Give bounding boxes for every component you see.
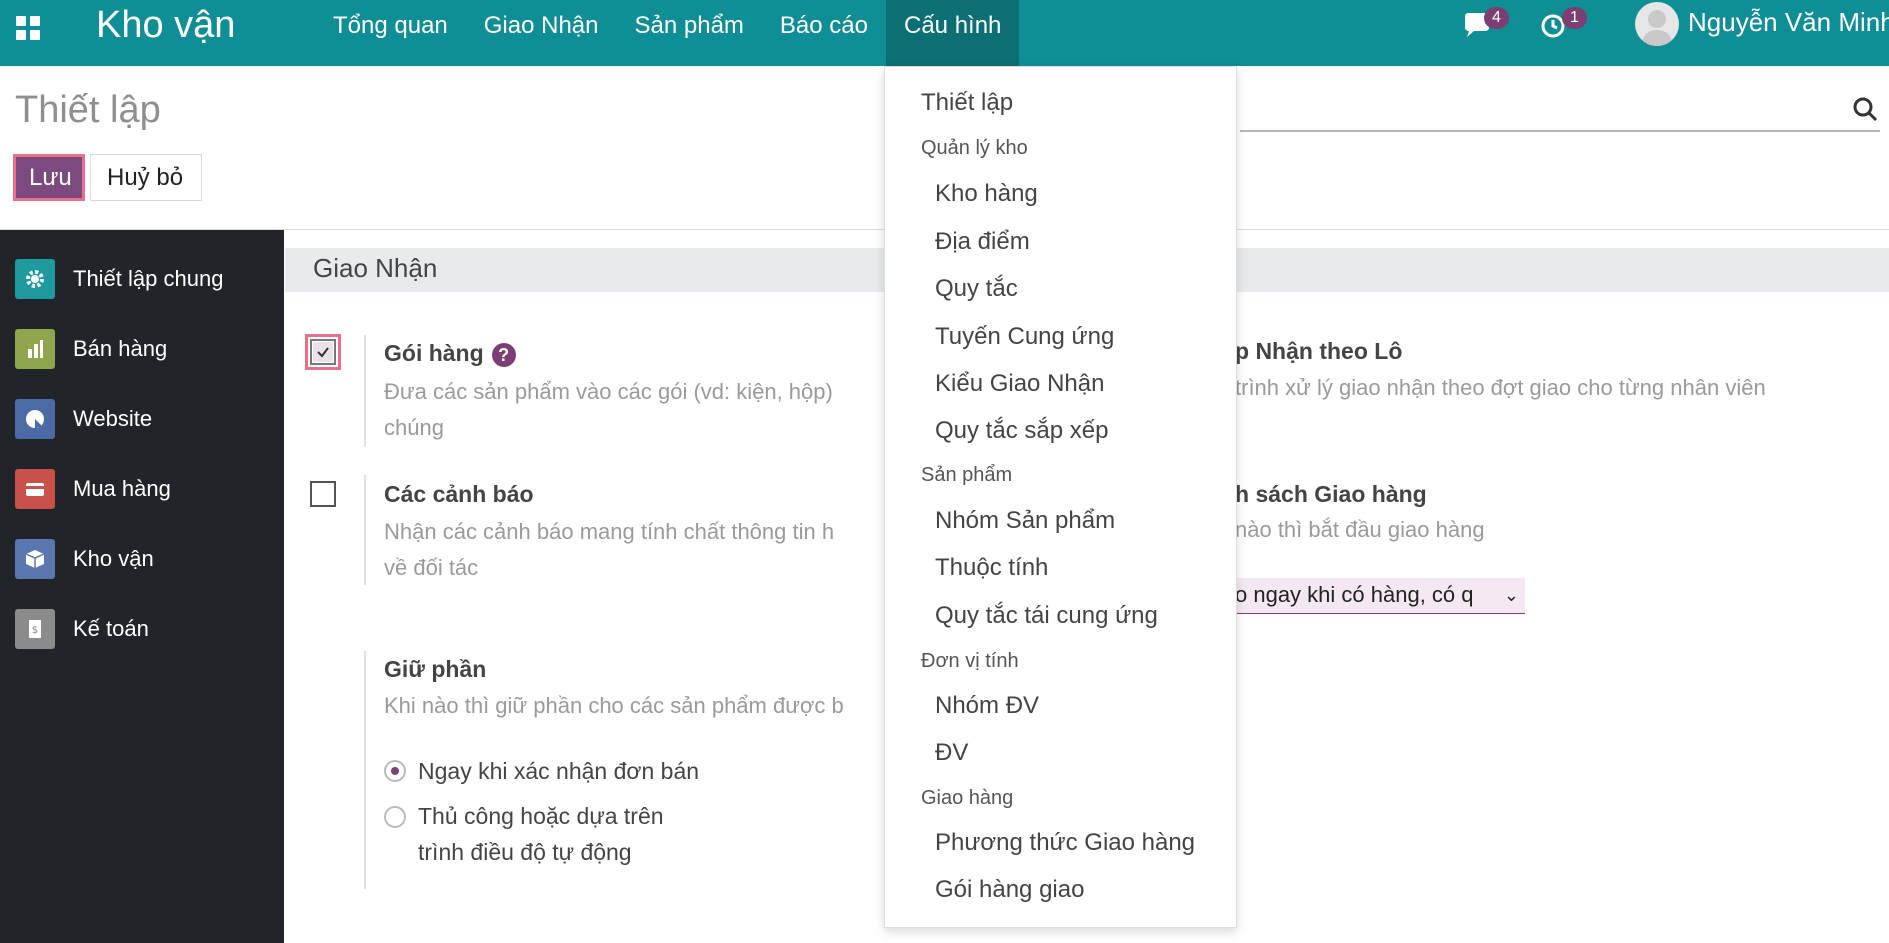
sidebar-item-general-settings[interactable]: Thiết lập chung — [0, 249, 284, 309]
dropdown-header-delivery: Giao hàng — [921, 787, 1014, 809]
dropdown-item-uom[interactable]: ĐV — [935, 739, 968, 767]
dropdown-item-settings[interactable]: Thiết lập — [921, 89, 1013, 117]
batch-transfers-description: trình xử lý giao nhận theo đợt giao cho … — [1235, 375, 1766, 400]
gear-icon — [15, 259, 55, 299]
sidebar-item-label: Website — [73, 406, 153, 431]
batch-transfers-title: p Nhận theo Lô — [1235, 338, 1403, 364]
apps-grid-icon[interactable] — [16, 16, 40, 40]
sidebar-item-purchase[interactable]: Mua hàng — [0, 459, 284, 519]
activity-count-badge: 1 — [1562, 7, 1587, 29]
user-avatar[interactable] — [1635, 2, 1679, 46]
sidebar-item-accounting[interactable]: $ Kế toán — [0, 599, 284, 659]
reservation-option2-label[interactable]: Thủ công hoặc dựa trên trình điều độ tự … — [418, 798, 664, 870]
checkmark-icon — [313, 342, 333, 362]
packages-checkbox[interactable] — [310, 339, 336, 365]
accounting-icon: $ — [15, 609, 55, 649]
sidebar-item-inventory[interactable]: Kho vận — [0, 529, 284, 589]
menu-products[interactable]: Sản phẩm — [617, 0, 762, 66]
reservation-radio-manual[interactable] — [384, 806, 406, 828]
dropdown-item-product-categories[interactable]: Nhóm Sản phẩm — [935, 507, 1115, 535]
reservation-description: Khi nào thì giữ phần cho các sản phẩm đư… — [384, 693, 844, 718]
menu-configuration[interactable]: Cấu hình — [886, 0, 1020, 66]
dropdown-item-rules[interactable]: Quy tắc — [935, 275, 1018, 303]
sidebar-item-website[interactable]: Website — [0, 389, 284, 449]
warnings-title: Các cảnh báo — [384, 481, 534, 507]
dropdown-item-putaway-rules[interactable]: Quy tắc sắp xếp — [935, 417, 1108, 445]
sidebar-item-label: Thiết lập chung — [73, 266, 224, 291]
shipping-policy-title: h sách Giao hàng — [1235, 481, 1427, 507]
cancel-button[interactable]: Huỷ bỏ — [90, 154, 202, 201]
sidebar-item-sales[interactable]: Bán hàng — [0, 319, 284, 379]
setting-divider — [364, 651, 366, 889]
user-name[interactable]: Nguyễn Văn Minh — [1688, 7, 1889, 38]
packages-description: Đưa các sản phẩm vào các gói (vd: kiện, … — [384, 374, 833, 446]
website-icon — [15, 399, 55, 439]
shipping-policy-description: nào thì bắt đầu giao hàng — [1235, 517, 1485, 542]
reservation-radio-on-confirm[interactable] — [384, 760, 406, 782]
dropdown-item-locations[interactable]: Địa điểm — [935, 228, 1030, 256]
shipping-policy-value: o ngay khi có hàng, có q — [1235, 582, 1474, 607]
menu-operations[interactable]: Giao Nhận — [466, 0, 617, 66]
warnings-description: Nhận các cảnh báo mang tính chất thông t… — [384, 514, 834, 586]
purchase-icon — [15, 469, 55, 509]
setting-divider — [364, 335, 366, 447]
dropdown-item-shipping-methods[interactable]: Phương thức Giao hàng — [935, 829, 1195, 857]
dropdown-item-uom-categories[interactable]: Nhóm ĐV — [935, 692, 1039, 720]
menu-reporting[interactable]: Báo cáo — [762, 0, 886, 66]
sidebar-item-label: Kho vận — [73, 546, 154, 571]
help-icon[interactable]: ? — [491, 342, 516, 367]
settings-sidebar: Thiết lập chung Bán hàng Website Mua hàn… — [0, 230, 284, 943]
dropdown-item-operation-types[interactable]: Kiểu Giao Nhận — [935, 370, 1104, 398]
top-navbar: Kho vận Tổng quan Giao Nhận Sản phẩm Báo… — [0, 0, 1889, 66]
reservation-option2-line1: Thủ công hoặc dựa trên — [418, 803, 664, 829]
sales-icon — [15, 329, 55, 369]
packages-title: Gói hàng — [384, 340, 484, 366]
shipping-policy-select[interactable]: o ngay khi có hàng, có q ⌄ — [1235, 578, 1525, 614]
dropdown-header-warehouse: Quản lý kho — [921, 137, 1028, 159]
svg-text:$: $ — [32, 625, 38, 636]
reservation-option2-line2: trình điều độ tự động — [418, 839, 632, 865]
configuration-dropdown-menu: Thiết lập Quản lý kho Kho hàng Địa điểm … — [884, 66, 1237, 928]
dropdown-header-products: Sản phẩm — [921, 464, 1013, 486]
dropdown-header-uom: Đơn vị tính — [921, 650, 1019, 672]
dropdown-item-delivery-packages[interactable]: Gói hàng giao — [935, 876, 1084, 904]
chevron-down-icon: ⌄ — [1503, 585, 1519, 605]
sidebar-item-label: Bán hàng — [73, 336, 168, 361]
section-title: Giao Nhận — [313, 253, 438, 283]
dropdown-item-warehouses[interactable]: Kho hàng — [935, 180, 1038, 208]
dropdown-item-attributes[interactable]: Thuộc tính — [935, 554, 1048, 582]
page-title: Thiết lập — [15, 89, 161, 131]
search-icon[interactable] — [1853, 97, 1879, 123]
save-button[interactable]: Lưu — [13, 154, 85, 201]
packages-desc-line1: Đưa các sản phẩm vào các gói (vd: kiện, … — [384, 379, 833, 404]
warnings-desc-line2: về đối tác — [384, 555, 479, 580]
dropdown-item-routes[interactable]: Tuyến Cung ứng — [935, 323, 1114, 351]
search-input[interactable] — [1240, 130, 1880, 132]
sidebar-item-label: Kế toán — [73, 616, 149, 641]
packages-desc-line2: chúng — [384, 415, 444, 440]
app-name[interactable]: Kho vận — [96, 2, 235, 48]
dropdown-item-reordering-rules[interactable]: Quy tắc tái cung ứng — [935, 602, 1158, 630]
chat-count-badge: 4 — [1484, 7, 1509, 29]
packages-setting-title: Gói hàng? — [384, 340, 516, 367]
menu-overview[interactable]: Tổng quan — [315, 0, 466, 66]
main-menu: Tổng quan Giao Nhận Sản phẩm Báo cáo Cấu… — [315, 0, 1020, 66]
warnings-desc-line1: Nhận các cảnh báo mang tính chất thông t… — [384, 519, 835, 544]
sidebar-item-label: Mua hàng — [73, 476, 171, 501]
reservation-title: Giữ phần — [384, 656, 487, 682]
reservation-option1-label[interactable]: Ngay khi xác nhận đơn bán — [418, 753, 699, 789]
inventory-icon — [15, 539, 55, 579]
warnings-checkbox[interactable] — [310, 481, 336, 507]
setting-divider — [364, 475, 366, 585]
